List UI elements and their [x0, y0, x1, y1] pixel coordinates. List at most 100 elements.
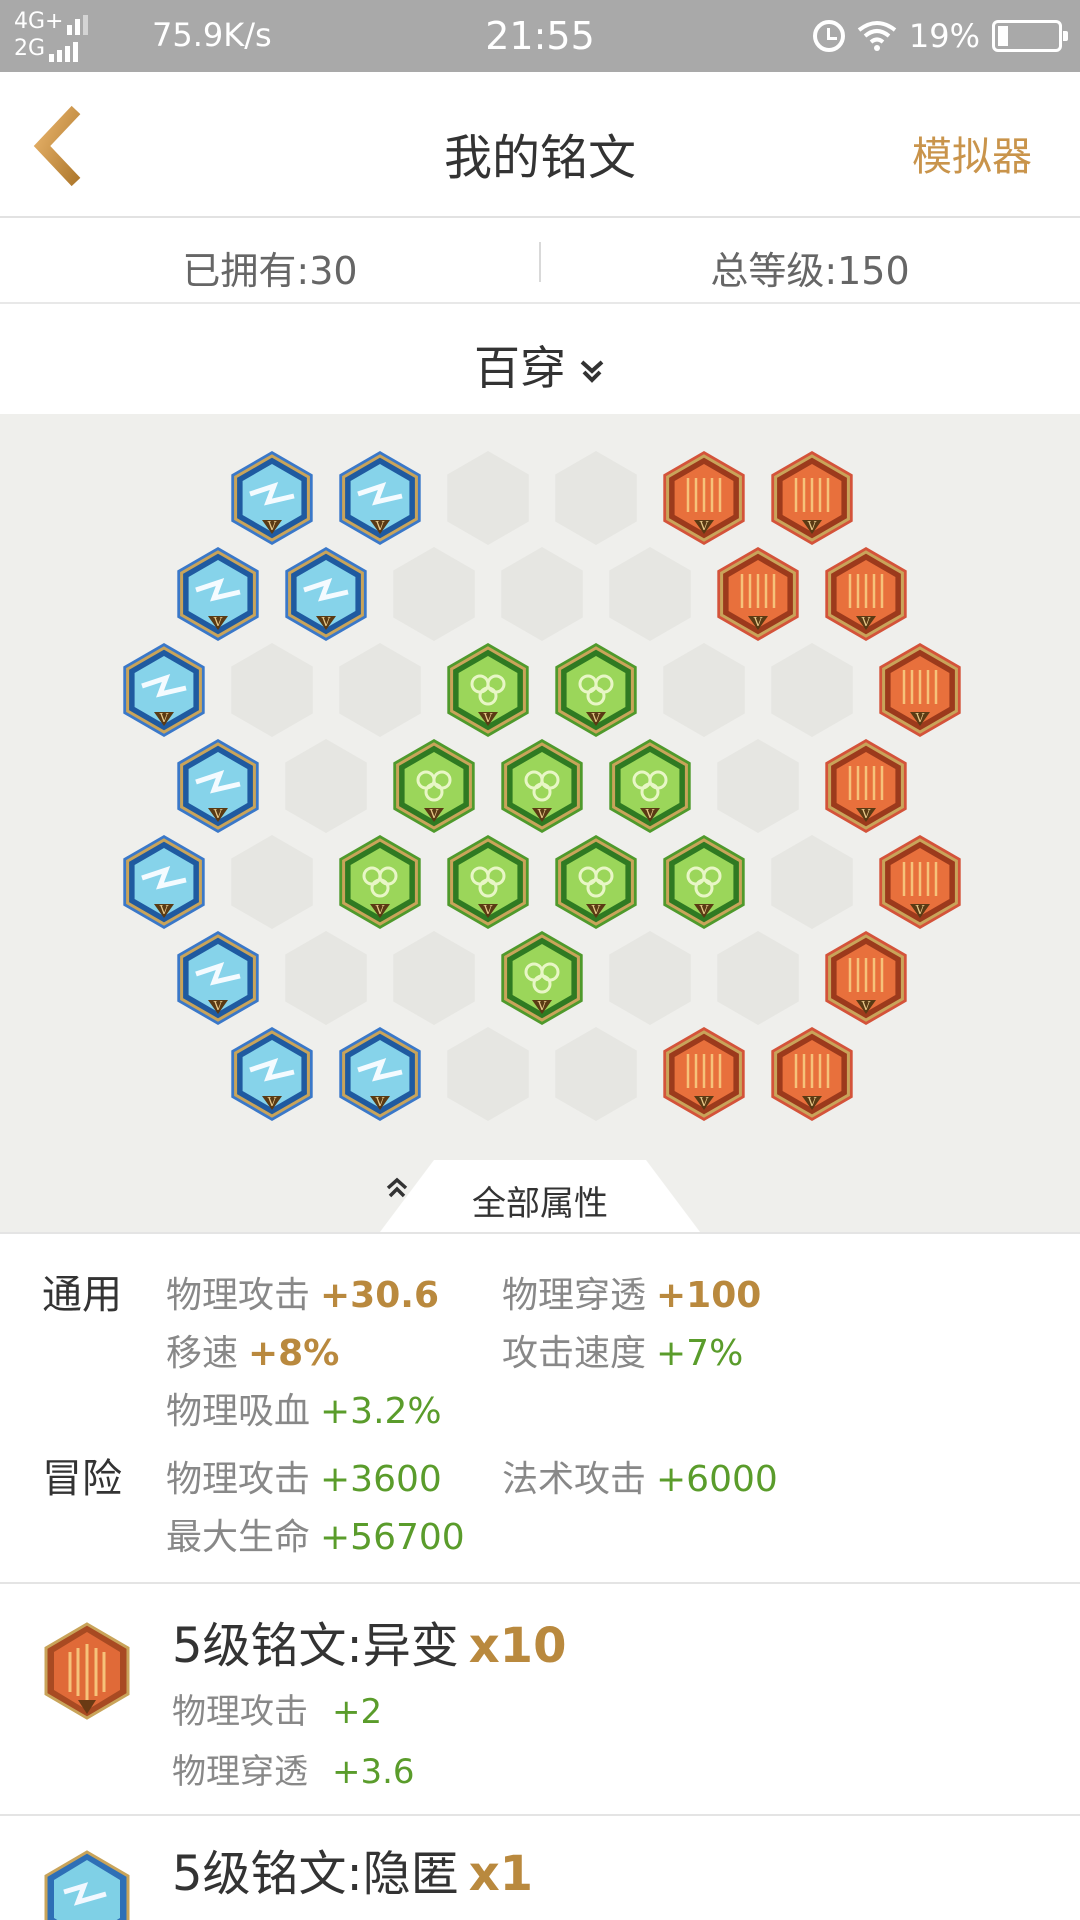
- attr-adventure-magic-attack: 法术攻击 +6000: [502, 1459, 778, 1500]
- attr-general-physical-attack: 物理攻击 +30.6: [166, 1275, 440, 1316]
- empty-inscription-slot[interactable]: [285, 739, 367, 833]
- red-inscription-slot[interactable]: V: [717, 547, 799, 641]
- green-inscription-slot[interactable]: V: [447, 835, 529, 929]
- red-inscription-slot[interactable]: V: [771, 451, 853, 545]
- level-mark: V: [699, 1095, 709, 1109]
- red-inscription-slot[interactable]: V: [879, 643, 961, 737]
- level-mark: V: [645, 807, 655, 821]
- double-chevron-down-icon: [580, 360, 604, 383]
- page-selector-dropdown[interactable]: 百穿: [0, 332, 1080, 398]
- inscription-board-grid: V V V V V V V V V V V V V V V V V V V V V V V V V V V V V V: [123, 451, 961, 1121]
- level-mark: V: [375, 519, 385, 533]
- inscription-list-item[interactable]: 5级铭文:异变 x10 物理攻击 +2 物理穿透 +3.6: [0, 1584, 1080, 1816]
- empty-inscription-slot[interactable]: [609, 547, 691, 641]
- level-mark: V: [267, 519, 277, 533]
- owned-count: 已拥有:30: [182, 249, 358, 293]
- level-mark: V: [375, 1095, 385, 1109]
- double-chevron-up-icon: [386, 1177, 408, 1198]
- green-inscription-slot[interactable]: V: [447, 643, 529, 737]
- level-mark: V: [699, 903, 709, 917]
- level-mark: V: [915, 903, 925, 917]
- level-mark: V: [591, 903, 601, 917]
- level-mark: V: [537, 999, 547, 1013]
- inscription-board: V V V V V V V V V V V V V V V V V V V V V V V V V V V V V V: [0, 414, 1080, 1232]
- blue-inscription-slot[interactable]: V: [339, 1027, 421, 1121]
- blue-inscription-slot[interactable]: V: [123, 643, 205, 737]
- level-mark: V: [159, 711, 169, 725]
- green-inscription-slot[interactable]: V: [555, 835, 637, 929]
- green-inscription-slot[interactable]: V: [501, 739, 583, 833]
- inscription-list-item[interactable]: 5级铭文:隐匿 x1: [0, 1816, 1080, 1920]
- alarm-icon: [812, 20, 845, 52]
- red-inscription-slot[interactable]: V: [825, 931, 907, 1025]
- red-inscription-slot[interactable]: V: [825, 739, 907, 833]
- red-inscription-slot[interactable]: V: [879, 835, 961, 929]
- simulator-button[interactable]: 模拟器: [912, 124, 1032, 182]
- empty-inscription-slot[interactable]: [285, 931, 367, 1025]
- level-mark: V: [537, 807, 547, 821]
- blue-inscription-slot[interactable]: V: [123, 835, 205, 929]
- attr-general-physical-pen: 物理穿透 +100: [502, 1275, 762, 1316]
- empty-inscription-slot[interactable]: [717, 931, 799, 1025]
- red-inscription-slot[interactable]: V: [771, 1027, 853, 1121]
- blue-inscription-slot[interactable]: V: [339, 451, 421, 545]
- green-inscription-slot[interactable]: V: [609, 739, 691, 833]
- blue-inscription-slot[interactable]: V: [177, 547, 259, 641]
- empty-inscription-slot[interactable]: [393, 931, 475, 1025]
- inscription-stat: 物理攻击 +2: [172, 1692, 383, 1732]
- level-mark: V: [861, 807, 871, 821]
- all-attributes-toggle[interactable]: 全部属性: [380, 1160, 700, 1232]
- wifi-icon: [857, 21, 897, 51]
- empty-inscription-slot[interactable]: [663, 643, 745, 737]
- empty-inscription-slot[interactable]: [339, 643, 421, 737]
- inscription-name: 5级铭文:异变 x10: [172, 1618, 567, 1674]
- battery-icon: [992, 20, 1068, 52]
- level-mark: V: [699, 519, 709, 533]
- green-inscription-slot[interactable]: V: [663, 835, 745, 929]
- empty-inscription-slot[interactable]: [771, 643, 853, 737]
- empty-inscription-slot[interactable]: [447, 451, 529, 545]
- green-inscription-slot[interactable]: V: [555, 643, 637, 737]
- summary-bar: 已拥有:30 总等级:150: [0, 220, 1080, 304]
- level-mark: V: [861, 615, 871, 629]
- page-selector: 百穿: [0, 306, 1080, 414]
- level-mark: V: [807, 1095, 817, 1109]
- level-mark: V: [915, 711, 925, 725]
- attr-general-move-speed: 移速 +8%: [166, 1333, 340, 1374]
- green-inscription-slot[interactable]: V: [393, 739, 475, 833]
- attributes-panel: 通用 物理攻击 +30.6 物理穿透 +100 移速 +8% 攻击速度 +7% 物理吸血…: [0, 1232, 1080, 1584]
- blue-inscription-slot[interactable]: V: [231, 1027, 313, 1121]
- general-category-label: 通用: [42, 1272, 122, 1318]
- level-mark: V: [807, 519, 817, 533]
- red-inscription-slot[interactable]: V: [663, 1027, 745, 1121]
- empty-inscription-slot[interactable]: [447, 1027, 529, 1121]
- red-inscription-slot[interactable]: V: [825, 547, 907, 641]
- empty-inscription-slot[interactable]: [501, 547, 583, 641]
- blue-inscription-slot[interactable]: V: [231, 451, 313, 545]
- green-inscription-slot[interactable]: V: [339, 835, 421, 929]
- blue-inscription-slot[interactable]: V: [177, 739, 259, 833]
- empty-inscription-slot[interactable]: [393, 547, 475, 641]
- empty-inscription-slot[interactable]: [555, 1027, 637, 1121]
- empty-inscription-slot[interactable]: [717, 739, 799, 833]
- attr-adventure-physical-attack: 物理攻击 +3600: [166, 1459, 442, 1500]
- level-mark: V: [483, 711, 493, 725]
- battery-percent: 19%: [908, 17, 980, 55]
- level-mark: V: [375, 903, 385, 917]
- level-mark: V: [213, 807, 223, 821]
- empty-inscription-slot[interactable]: [231, 835, 313, 929]
- empty-inscription-slot[interactable]: [231, 643, 313, 737]
- empty-inscription-slot[interactable]: [771, 835, 853, 929]
- level-mark: V: [159, 903, 169, 917]
- empty-inscription-slot[interactable]: [555, 451, 637, 545]
- attr-adventure-max-hp: 最大生命 +56700: [166, 1517, 465, 1558]
- blue-inscription-slot[interactable]: V: [285, 547, 367, 641]
- level-mark: V: [321, 615, 331, 629]
- green-inscription-slot[interactable]: V: [501, 931, 583, 1025]
- attr-general-attack-speed: 攻击速度 +7%: [502, 1333, 744, 1374]
- blue-inscription-slot[interactable]: V: [177, 931, 259, 1025]
- empty-inscription-slot[interactable]: [609, 931, 691, 1025]
- adventure-category-label: 冒险: [42, 1456, 122, 1502]
- level-mark: V: [591, 711, 601, 725]
- red-inscription-slot[interactable]: V: [663, 451, 745, 545]
